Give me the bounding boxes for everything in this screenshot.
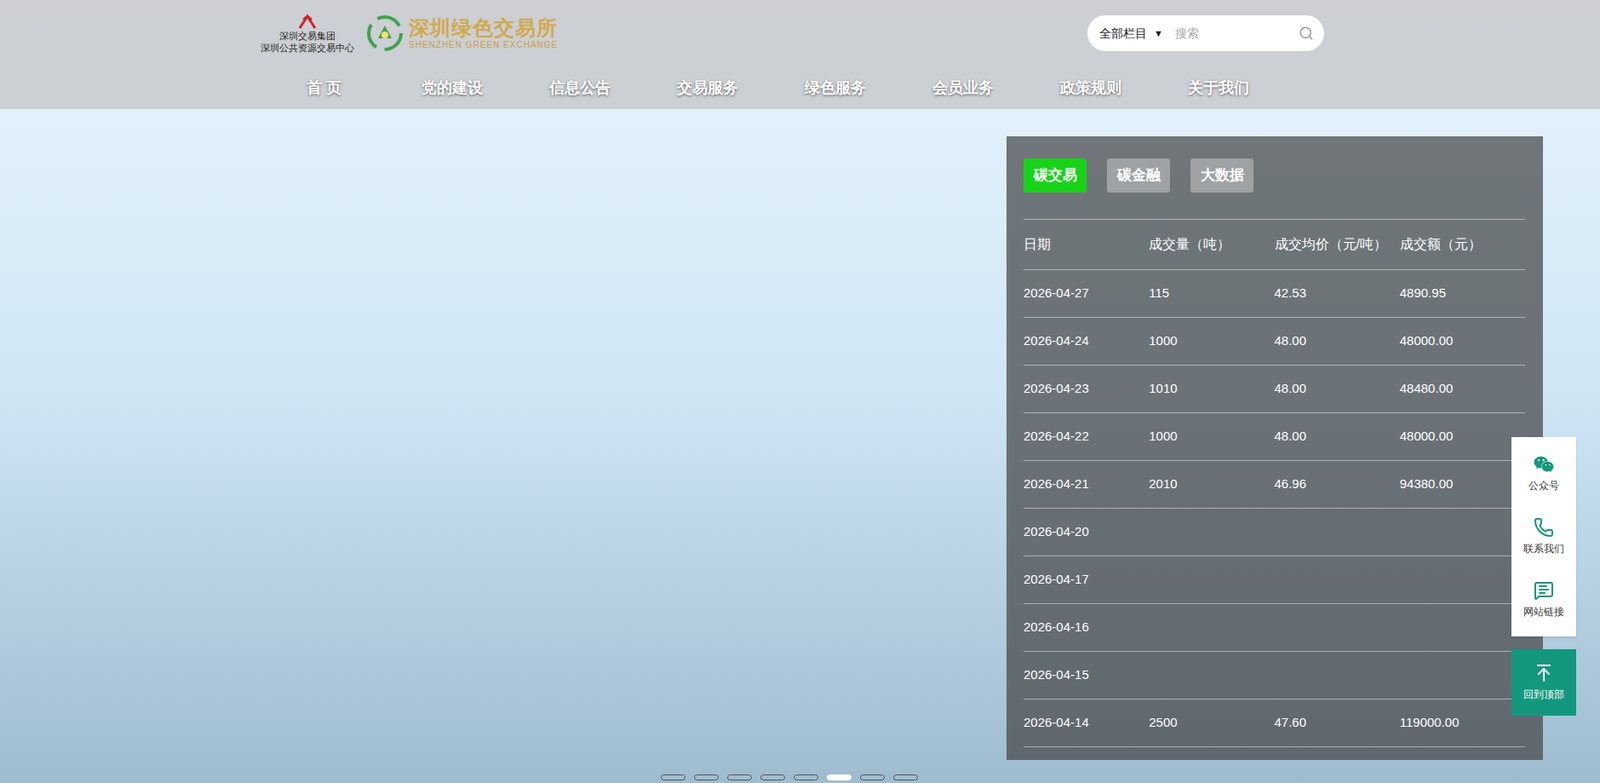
panel-tab[interactable]: 碳金融 bbox=[1106, 158, 1170, 193]
panel-tabs: 碳交易碳金融大数据 bbox=[1023, 158, 1526, 193]
nav-item[interactable]: 首 页 bbox=[260, 76, 389, 100]
search-icon[interactable] bbox=[1298, 25, 1314, 41]
column-header: 日期 bbox=[1023, 234, 1149, 255]
side-tool[interactable]: 公众号 bbox=[1511, 441, 1577, 505]
table-row: 2026-04-14250047.60119000.00 bbox=[1023, 699, 1526, 747]
group-logo-text: 深圳公共资源交易中心 bbox=[260, 41, 355, 54]
table-cell: 4890.95 bbox=[1399, 283, 1526, 304]
table-cell: 115 bbox=[1148, 283, 1274, 304]
table-cell: 2026-04-22 bbox=[1023, 426, 1149, 447]
table-cell: 47.60 bbox=[1274, 712, 1400, 733]
table-row: 2026-04-20 bbox=[1023, 508, 1526, 557]
table-cell: 2500 bbox=[1148, 712, 1274, 733]
arrow-up-icon bbox=[1533, 662, 1555, 683]
search-input[interactable] bbox=[1175, 24, 1299, 43]
back-to-top[interactable]: 回到顶部 bbox=[1511, 648, 1577, 716]
phone-icon bbox=[1533, 516, 1555, 538]
nav-item[interactable]: 会员业务 bbox=[899, 76, 1027, 100]
panel-tab[interactable]: 碳交易 bbox=[1023, 158, 1087, 193]
logos: 深圳交易集团深圳公共资源交易中心 深圳绿色交易所SHENZHEN GREEN EX… bbox=[260, 12, 558, 54]
table-cell: 1000 bbox=[1148, 426, 1274, 447]
table-cell: 2026-04-14 bbox=[1023, 712, 1149, 733]
nav-item[interactable]: 绿色服务 bbox=[771, 76, 900, 100]
content: 深圳交易集团深圳公共资源交易中心 深圳绿色交易所SHENZHEN GREEN EX… bbox=[0, 0, 1600, 760]
nav-item[interactable]: 交易服务 bbox=[643, 76, 772, 100]
table-cell: 2026-04-17 bbox=[1023, 569, 1149, 590]
carousel-dot[interactable] bbox=[760, 774, 786, 780]
table-row: 2026-04-23101048.0048480.00 bbox=[1023, 365, 1526, 413]
table-row: 2026-04-16 bbox=[1023, 603, 1526, 652]
table-header: 日期成交量（吨）成交均价（元/吨）成交额（元） bbox=[1023, 219, 1526, 270]
header: 深圳交易集团深圳公共资源交易中心 深圳绿色交易所SHENZHEN GREEN EX… bbox=[0, 0, 1600, 109]
table-cell: 94380.00 bbox=[1399, 474, 1526, 494]
group-logo[interactable]: 深圳交易集团深圳公共资源交易中心 bbox=[260, 12, 355, 54]
nav-item[interactable]: 信息公告 bbox=[516, 76, 644, 100]
table-cell: 2026-04-21 bbox=[1023, 474, 1149, 494]
table-cell: 2010 bbox=[1148, 474, 1274, 494]
table-cell: 2026-04-27 bbox=[1023, 283, 1149, 304]
link-icon bbox=[1533, 579, 1555, 601]
nav-item[interactable]: 党的建设 bbox=[388, 76, 517, 100]
table-row: 2026-04-21201046.9694380.00 bbox=[1023, 460, 1526, 509]
table-cell: 48000.00 bbox=[1399, 426, 1526, 447]
table-cell: 2026-04-15 bbox=[1023, 665, 1149, 685]
side-tool[interactable]: 联系我们 bbox=[1511, 504, 1577, 568]
page: 深圳交易集团深圳公共资源交易中心 深圳绿色交易所SHENZHEN GREEN EX… bbox=[0, 0, 1600, 783]
table-cell: 48.00 bbox=[1274, 426, 1400, 447]
table-cell: 42.53 bbox=[1274, 283, 1400, 304]
carousel-dot[interactable] bbox=[826, 774, 852, 780]
table-cell: 48.00 bbox=[1274, 331, 1400, 351]
table-cell: 46.96 bbox=[1274, 474, 1400, 494]
wechat-icon bbox=[1533, 453, 1555, 475]
carousel-dot[interactable] bbox=[793, 774, 819, 780]
column-header: 成交量（吨） bbox=[1148, 234, 1274, 255]
table-cell: 48480.00 bbox=[1399, 378, 1526, 399]
carousel-dots bbox=[660, 774, 918, 780]
dropdown-arrow: ▼ bbox=[1153, 26, 1164, 41]
column-header: 成交均价（元/吨） bbox=[1274, 234, 1400, 255]
table-cell: 2026-04-20 bbox=[1023, 521, 1149, 542]
table-cell: 48.00 bbox=[1274, 378, 1400, 399]
carousel-dot[interactable] bbox=[727, 774, 752, 780]
exchange-logo[interactable]: 深圳绿色交易所SHENZHEN GREEN EXCHANGE bbox=[366, 14, 558, 52]
carousel-dot[interactable] bbox=[660, 774, 686, 780]
exchange-logo-text: 深圳绿色交易所SHENZHEN GREEN EXCHANGE bbox=[408, 16, 558, 51]
side-tools: 公众号联系我们网站链接 bbox=[1511, 436, 1577, 637]
table-row: 2026-04-24100048.0048000.00 bbox=[1023, 317, 1526, 366]
nav-item[interactable]: 政策规则 bbox=[1026, 76, 1155, 100]
recycle-logo-icon bbox=[366, 14, 404, 52]
table-cell: 2026-04-23 bbox=[1023, 378, 1149, 399]
panel-row: 碳交易碳金融大数据日期成交量（吨）成交均价（元/吨）成交额（元）2026-04-… bbox=[0, 136, 1600, 760]
scope-select[interactable]: 全部栏目▼ bbox=[1099, 24, 1164, 43]
header-top: 深圳交易集团深圳公共资源交易中心 深圳绿色交易所SHENZHEN GREEN EX… bbox=[0, 0, 1600, 67]
table-row: 2026-04-17 bbox=[1023, 556, 1526, 604]
carousel-dot[interactable] bbox=[893, 774, 918, 780]
table-cell: 2026-04-16 bbox=[1023, 617, 1149, 637]
side-tool[interactable]: 网站链接 bbox=[1511, 567, 1577, 631]
nav-item[interactable]: 关于我们 bbox=[1154, 76, 1283, 100]
search-box: 全部栏目▼ bbox=[1087, 15, 1325, 52]
table-cell: 1010 bbox=[1148, 378, 1274, 399]
panel-tab[interactable]: 大数据 bbox=[1190, 158, 1254, 193]
trade-table: 日期成交量（吨）成交均价（元/吨）成交额（元）2026-04-2711542.5… bbox=[1023, 218, 1526, 747]
carousel-dot[interactable] bbox=[860, 774, 885, 780]
group-logo-icon bbox=[297, 12, 318, 30]
carousel-dot[interactable] bbox=[693, 774, 719, 780]
table-cell: 48000.00 bbox=[1399, 331, 1526, 351]
market-panel: 碳交易碳金融大数据日期成交量（吨）成交均价（元/吨）成交额（元）2026-04-… bbox=[1006, 136, 1543, 760]
column-header: 成交额（元） bbox=[1399, 234, 1526, 255]
table-cell: 1000 bbox=[1148, 331, 1274, 351]
main-nav: 首 页党的建设信息公告交易服务绿色服务会员业务政策规则关于我们 bbox=[0, 66, 1600, 109]
table-row: 2026-04-2711542.534890.95 bbox=[1023, 269, 1526, 318]
exchange-name: 深圳绿色交易所 bbox=[408, 16, 558, 41]
table-row: 2026-04-22100048.0048000.00 bbox=[1023, 412, 1526, 461]
table-cell: 119000.00 bbox=[1399, 712, 1526, 733]
exchange-english: SHENZHEN GREEN EXCHANGE bbox=[408, 40, 558, 51]
table-cell: 2026-04-24 bbox=[1023, 331, 1149, 351]
table-row: 2026-04-15 bbox=[1023, 651, 1526, 700]
group-logo-text: 深圳交易集团 bbox=[279, 29, 336, 42]
